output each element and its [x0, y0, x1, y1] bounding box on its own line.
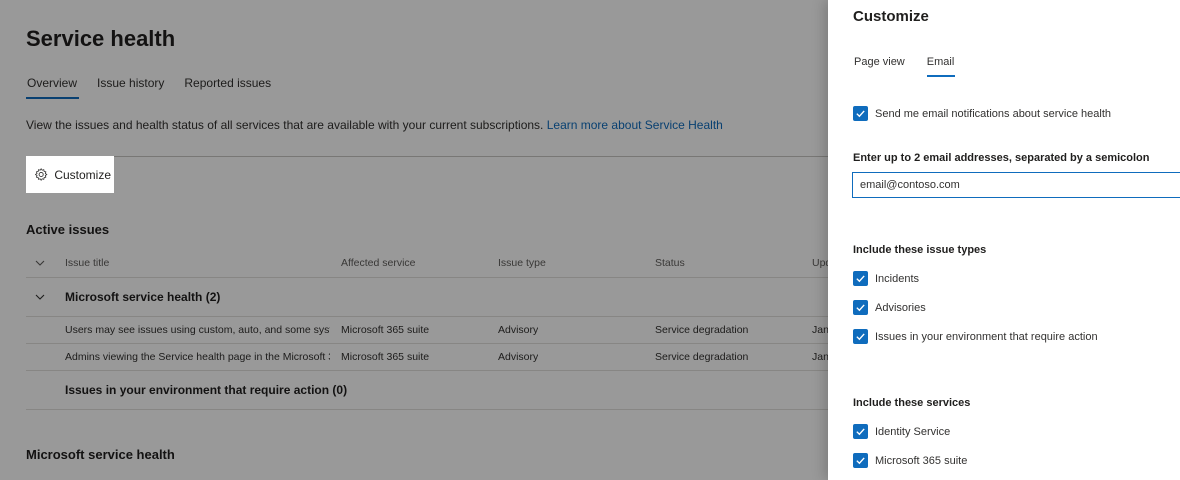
checkmark-icon: [856, 428, 865, 436]
send-email-checkbox[interactable]: [853, 106, 868, 121]
incidents-label: Incidents: [875, 272, 920, 285]
environment-issues-label: Issues in your environment that require …: [875, 330, 1098, 343]
advisories-label: Advisories: [875, 301, 926, 314]
identity-service-checkbox[interactable]: [853, 424, 868, 439]
advisories-checkbox-row[interactable]: Advisories: [853, 300, 926, 315]
tab-email[interactable]: Email: [926, 56, 956, 77]
send-email-checkbox-row[interactable]: Send me email notifications about servic…: [853, 106, 1111, 121]
issue-types-label: Include these issue types: [853, 244, 987, 256]
advisories-checkbox[interactable]: [853, 300, 868, 315]
send-email-label: Send me email notifications about servic…: [875, 107, 1112, 120]
incidents-checkbox-row[interactable]: Incidents: [853, 271, 919, 286]
m365-suite-label: Microsoft 365 suite: [875, 454, 968, 467]
email-prompt-label: Enter up to 2 email addresses, separated…: [853, 152, 1150, 164]
checkmark-icon: [856, 457, 865, 465]
panel-title: Customize: [853, 8, 929, 25]
customize-panel: Customize Page view Email Send me email …: [828, 0, 1180, 480]
checkmark-icon: [856, 333, 865, 341]
checkmark-icon: [856, 304, 865, 312]
checkmark-icon: [856, 275, 865, 283]
gear-icon: [35, 168, 48, 181]
environment-issues-checkbox[interactable]: [853, 329, 868, 344]
incidents-checkbox[interactable]: [853, 271, 868, 286]
identity-service-checkbox-row[interactable]: Identity Service: [853, 424, 950, 439]
tab-page-view[interactable]: Page view: [854, 56, 906, 77]
identity-service-label: Identity Service: [875, 425, 951, 438]
checkmark-icon: [856, 110, 865, 118]
environment-issues-checkbox-row[interactable]: Issues in your environment that require …: [853, 329, 1098, 344]
services-label: Include these services: [853, 397, 971, 409]
modal-overlay[interactable]: [0, 0, 828, 480]
email-input[interactable]: [852, 172, 1180, 198]
m365-suite-checkbox[interactable]: [853, 453, 868, 468]
m365-suite-checkbox-row[interactable]: Microsoft 365 suite: [853, 453, 967, 468]
customize-button-label: Customize: [54, 167, 111, 182]
panel-tabs: Page view Email: [854, 56, 976, 77]
customize-button[interactable]: Customize: [26, 156, 114, 193]
